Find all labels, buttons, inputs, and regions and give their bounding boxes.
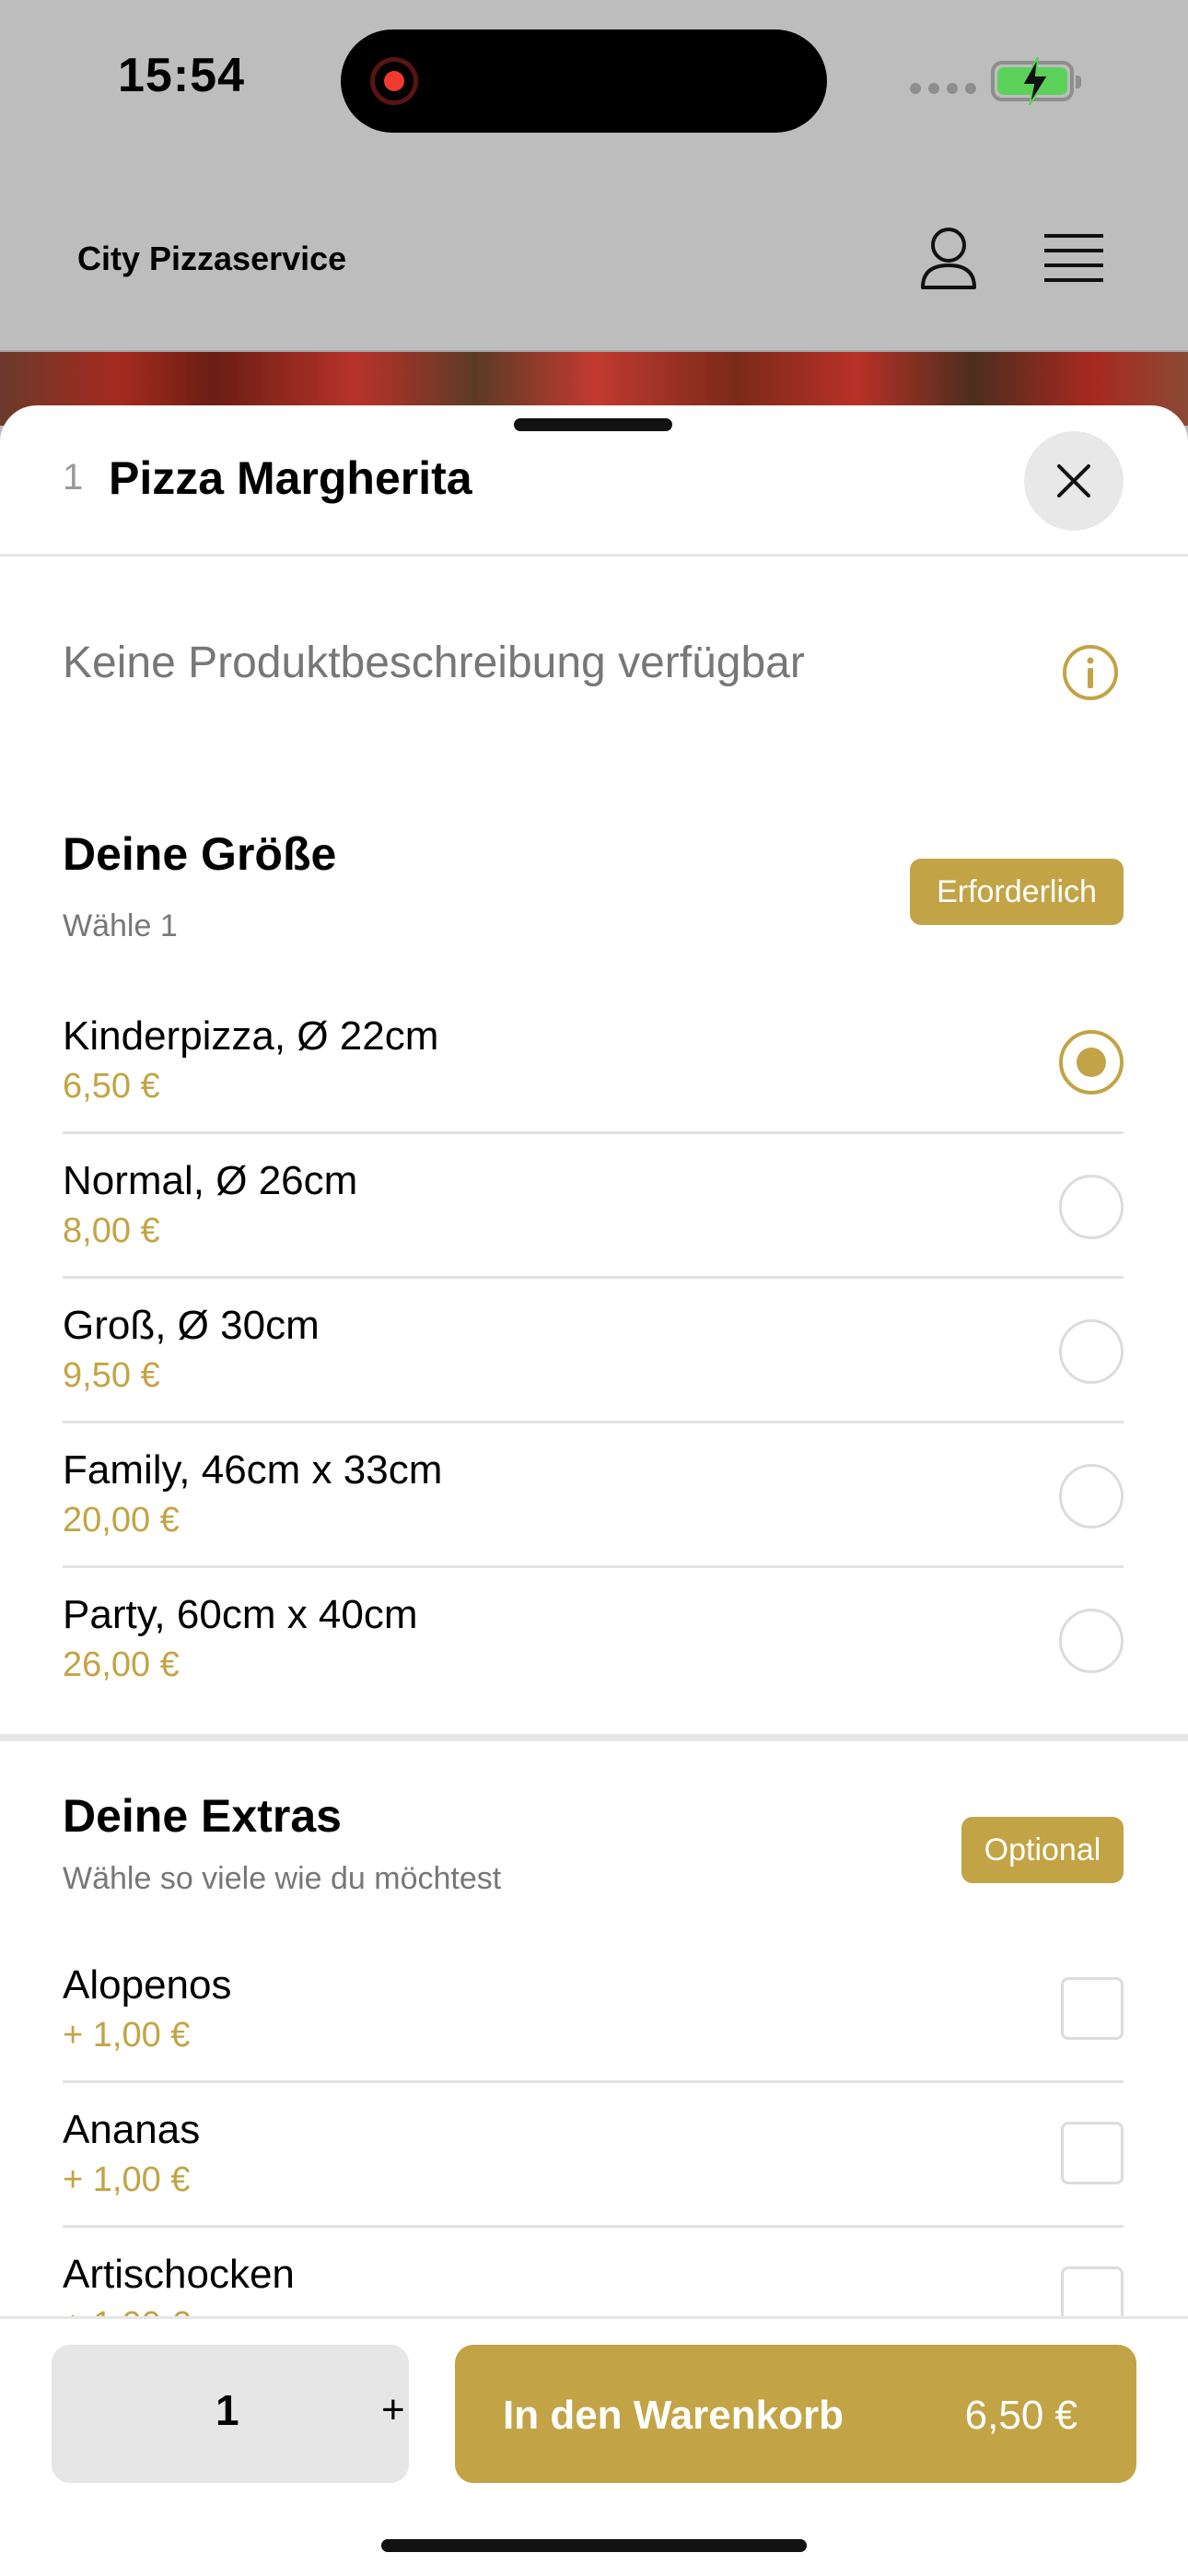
quantity-prefix: 1 bbox=[63, 457, 84, 498]
increment-button[interactable]: + bbox=[381, 2387, 405, 2433]
size-option[interactable]: Groß, Ø 30cm 9,50 € bbox=[63, 1279, 1124, 1423]
size-option[interactable]: Normal, Ø 26cm 8,00 € bbox=[63, 1134, 1124, 1279]
option-price: + 1,00 € bbox=[63, 2160, 191, 2199]
option-name: Artischocken bbox=[63, 2252, 295, 2297]
radio-unselected[interactable] bbox=[1059, 1609, 1124, 1673]
option-name: Groß, Ø 30cm bbox=[63, 1303, 320, 1348]
radio-unselected[interactable] bbox=[1059, 1319, 1124, 1384]
radio-unselected[interactable] bbox=[1059, 1175, 1124, 1239]
option-name: Normal, Ø 26cm bbox=[63, 1158, 358, 1203]
hamburger-menu-icon[interactable] bbox=[1044, 232, 1103, 284]
required-badge: Erforderlich bbox=[910, 859, 1124, 925]
option-name: Party, 60cm x 40cm bbox=[63, 1592, 418, 1637]
extras-section-title: Deine Extras bbox=[63, 1790, 342, 1842]
option-name: Kinderpizza, Ø 22cm bbox=[63, 1013, 439, 1059]
quantity-value: 1 bbox=[215, 2386, 239, 2434]
app-header: City Pizzaservice bbox=[0, 166, 1188, 352]
option-price: 6,50 € bbox=[63, 1067, 160, 1106]
checkbox-unchecked[interactable] bbox=[1061, 1977, 1124, 2040]
option-name: Family, 46cm x 33cm bbox=[63, 1447, 443, 1493]
extras-section-subtitle: Wähle so viele wie du möchtest bbox=[63, 1861, 502, 1896]
size-section-title: Deine Größe bbox=[63, 828, 337, 880]
dynamic-island bbox=[341, 29, 827, 133]
add-to-cart-button[interactable]: In den Warenkorb 6,50 € bbox=[455, 2345, 1136, 2483]
option-price: 9,50 € bbox=[63, 1356, 160, 1395]
option-price: 8,00 € bbox=[63, 1212, 160, 1250]
cart-total-price: 6,50 € bbox=[964, 2393, 1077, 2438]
radio-unselected[interactable] bbox=[1059, 1464, 1124, 1528]
sheet-grabber[interactable] bbox=[514, 418, 672, 431]
user-account-icon[interactable] bbox=[919, 225, 978, 291]
size-section-subtitle: Wähle 1 bbox=[63, 908, 178, 943]
home-indicator[interactable] bbox=[381, 2539, 807, 2552]
size-option[interactable]: Kinderpizza, Ø 22cm 6,50 € bbox=[63, 989, 1124, 1134]
extra-option[interactable]: Alopenos + 1,00 € bbox=[63, 1938, 1124, 2083]
recording-indicator-icon bbox=[370, 57, 418, 105]
option-price: 20,00 € bbox=[63, 1501, 180, 1540]
brand-name[interactable]: City Pizzaservice bbox=[77, 240, 346, 278]
status-time: 15:54 bbox=[118, 49, 245, 102]
battery-charging-icon bbox=[991, 57, 1081, 105]
option-price: + 1,00 € bbox=[63, 2016, 191, 2055]
checkbox-unchecked[interactable] bbox=[1061, 2122, 1124, 2184]
extra-option[interactable]: Ananas + 1,00 € bbox=[63, 2083, 1124, 2228]
quantity-stepper[interactable]: 1 + bbox=[52, 2345, 409, 2483]
radio-selected[interactable] bbox=[1059, 1030, 1124, 1095]
product-title: Pizza Margherita bbox=[109, 452, 472, 504]
bottom-action-bar: 1 + In den Warenkorb 6,50 € bbox=[0, 2316, 1188, 2576]
product-sheet: 1 Pizza Margherita Keine Produktbeschrei… bbox=[0, 405, 1188, 2576]
product-description: Keine Produktbeschreibung verfügbar bbox=[63, 638, 805, 687]
close-icon bbox=[1057, 464, 1090, 498]
status-bar: 15:54 bbox=[0, 0, 1188, 166]
cellular-signal-icon bbox=[910, 83, 976, 94]
option-name: Ananas bbox=[63, 2107, 201, 2152]
option-name: Alopenos bbox=[63, 1962, 232, 2008]
add-to-cart-label: In den Warenkorb bbox=[503, 2393, 844, 2438]
info-icon[interactable] bbox=[1061, 643, 1120, 702]
option-price: 26,00 € bbox=[63, 1645, 180, 1684]
size-option[interactable]: Party, 60cm x 40cm 26,00 € bbox=[63, 1568, 1124, 1713]
close-button[interactable] bbox=[1024, 431, 1124, 531]
section-divider bbox=[0, 1734, 1188, 1741]
optional-badge: Optional bbox=[961, 1817, 1124, 1883]
size-option[interactable]: Family, 46cm x 33cm 20,00 € bbox=[63, 1423, 1124, 1568]
